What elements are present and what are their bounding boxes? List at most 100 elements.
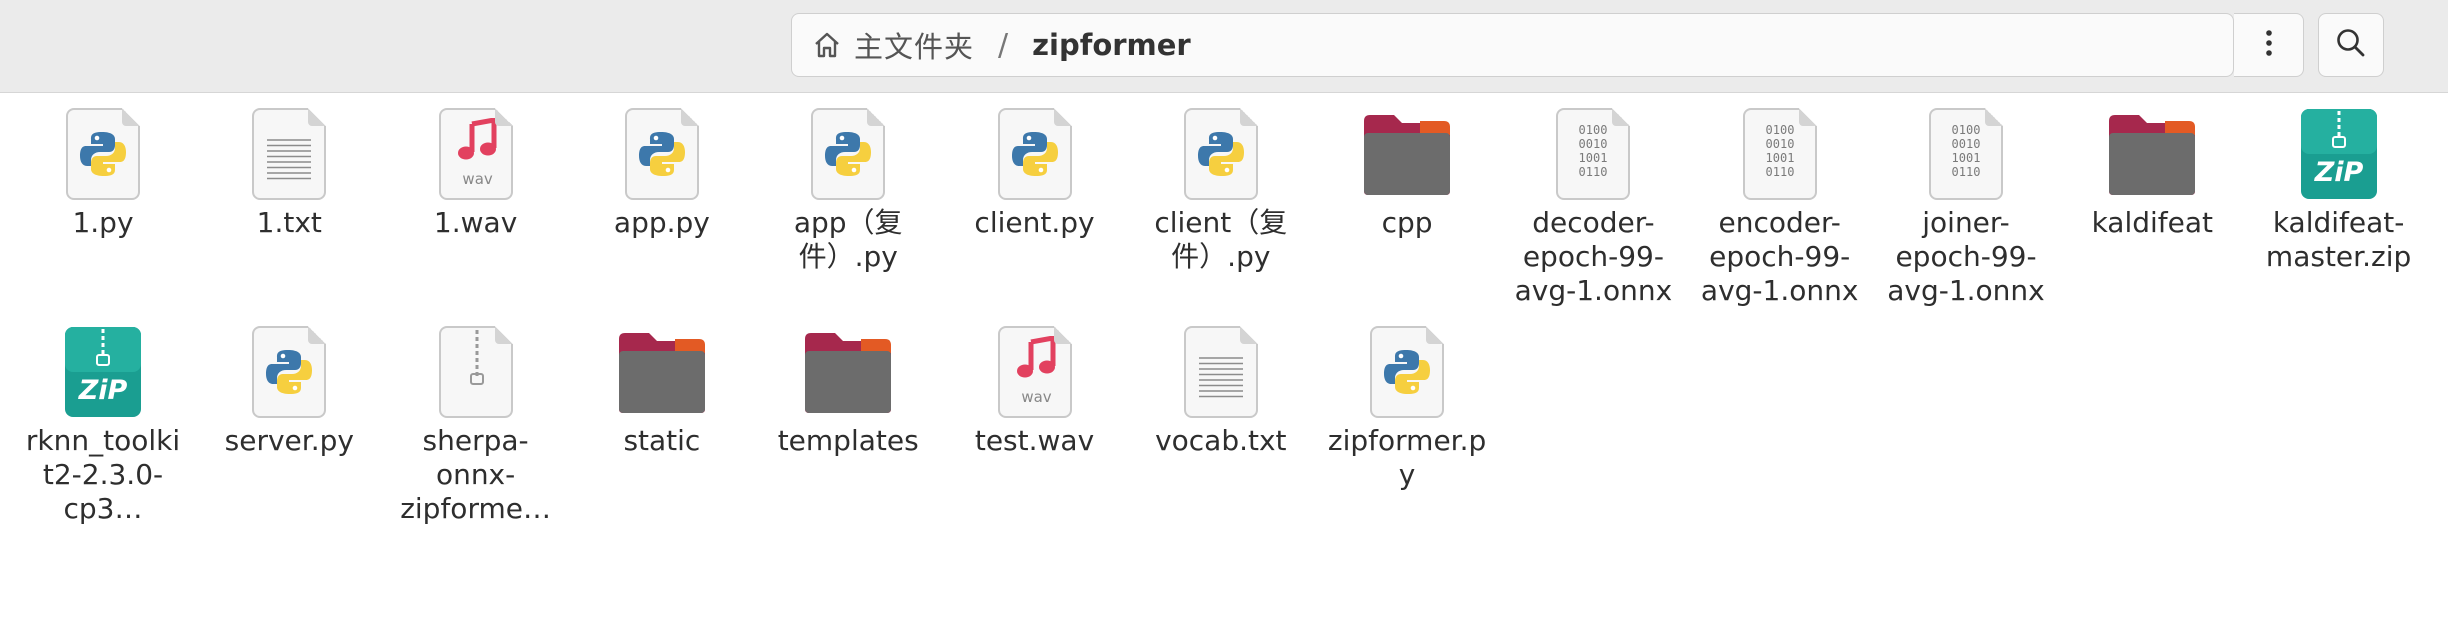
file-icon-wrap [985, 104, 1085, 204]
svg-text:ZiP: ZiP [78, 375, 128, 406]
file-item[interactable]: 0100 0010 1001 0110 decoder-epoch-99-avg-1.… [1503, 104, 1683, 308]
file-icon-wrap: 0100 0010 1001 0110 [1730, 104, 1830, 204]
file-name: app.py [613, 206, 710, 239]
svg-text:0110: 0110 [1952, 165, 1981, 179]
svg-text:1001: 1001 [1952, 151, 1981, 165]
zip-file-icon: ZiP [2300, 109, 2377, 199]
file-icon-wrap [1171, 104, 1271, 204]
file-icon-wrap [2102, 104, 2202, 204]
file-item[interactable]: ZiP kaldifeat-master.zip [2249, 104, 2429, 274]
svg-text:1001: 1001 [1579, 151, 1608, 165]
file-name: client.py [974, 206, 1095, 239]
file-name: 1.txt [256, 206, 322, 239]
file-icon-wrap: ZiP [2289, 104, 2389, 204]
file-item[interactable]: ZiP rknn_toolkit2-2.3.0-cp3… [13, 322, 193, 526]
file-item[interactable]: client（复件）.py [1131, 104, 1311, 274]
file-item[interactable]: wav 1.wav [386, 104, 566, 240]
file-item[interactable]: vocab.txt [1131, 322, 1311, 458]
file-item[interactable]: 0100 0010 1001 0110 joiner-epoch-99-avg-1.o… [1876, 104, 2056, 308]
file-name: rknn_toolkit2-2.3.0-cp3… [25, 424, 181, 525]
svg-text:0110: 0110 [1765, 165, 1794, 179]
more-options-button[interactable] [2234, 13, 2304, 77]
file-item[interactable]: app.py [572, 104, 752, 240]
breadcrumb-current[interactable]: zipformer [1032, 28, 1191, 62]
file-item[interactable]: cpp [1317, 104, 1497, 240]
file-name: decoder-epoch-99-avg-1.onnx [1514, 206, 1673, 307]
python-file-icon [811, 108, 886, 200]
svg-text:0010: 0010 [1952, 137, 1981, 151]
file-icon-wrap: wav [426, 104, 526, 204]
folder-icon [1364, 115, 1451, 195]
svg-text:ZiP: ZiP [2313, 157, 2363, 188]
file-name: 1.py [72, 206, 134, 239]
svg-text:0010: 0010 [1765, 137, 1794, 151]
file-name: kaldifeat [2091, 206, 2214, 239]
file-name: templates [777, 424, 919, 457]
vertical-dots-icon [2264, 29, 2274, 61]
file-item[interactable]: zipformer.py [1317, 322, 1497, 492]
file-item[interactable]: kaldifeat [2062, 104, 2242, 240]
file-name: zipformer.py [1327, 424, 1487, 491]
file-item[interactable]: wav test.wav [945, 322, 1125, 458]
audio-file-icon: wav [997, 326, 1072, 418]
path-bar[interactable]: 主文件夹 / zipformer [791, 13, 2234, 77]
svg-text:0110: 0110 [1579, 165, 1608, 179]
file-grid: 1.py 1.txt wav 1.wav app.py app（复件）.py c… [0, 94, 2448, 631]
file-name: joiner-epoch-99-avg-1.onnx [1887, 206, 2045, 307]
file-name: kaldifeat-master.zip [2265, 206, 2412, 273]
file-icon-wrap [53, 104, 153, 204]
file-icon-wrap: wav [985, 322, 1085, 422]
home-icon[interactable] [812, 28, 846, 62]
binary-file-icon: 0100 0010 1001 0110 [1556, 108, 1631, 200]
svg-text:0100: 0100 [1765, 123, 1794, 137]
file-icon-wrap [798, 104, 898, 204]
search-icon [2335, 27, 2367, 63]
folder-icon [618, 333, 705, 413]
python-file-icon [1183, 108, 1258, 200]
file-icon-wrap [239, 104, 339, 204]
file-icon-wrap [612, 322, 712, 422]
file-name: test.wav [974, 424, 1095, 457]
file-name: encoder-epoch-99-avg-1.onnx [1700, 206, 1859, 307]
file-item[interactable]: 0100 0010 1001 0110 encoder-epoch-99-avg-1.… [1690, 104, 1870, 308]
file-icon-wrap: 0100 0010 1001 0110 [1543, 104, 1643, 204]
file-item[interactable]: server.py [199, 322, 379, 458]
file-icon-wrap: 0100 0010 1001 0110 [1916, 104, 2016, 204]
file-icon-wrap [1357, 322, 1457, 422]
file-icon-wrap [426, 322, 526, 422]
breadcrumb-separator: / [998, 27, 1009, 63]
file-item[interactable]: 1.txt [199, 104, 379, 240]
svg-text:0100: 0100 [1952, 123, 1981, 137]
file-name: client（复件）.py [1154, 206, 1288, 273]
python-file-icon [997, 108, 1072, 200]
text-file-icon [1183, 326, 1258, 418]
file-item[interactable]: app（复件）.py [758, 104, 938, 274]
file-icon-wrap: ZiP [53, 322, 153, 422]
breadcrumb-parent[interactable]: 主文件夹 [854, 24, 974, 66]
archive-file-icon [438, 326, 513, 418]
text-file-icon [252, 108, 327, 200]
python-file-icon [624, 108, 699, 200]
zip-file-icon: ZiP [65, 327, 141, 417]
folder-icon [805, 333, 892, 413]
search-button[interactable] [2318, 13, 2384, 77]
file-icon-wrap [239, 322, 339, 422]
python-file-icon [66, 108, 140, 200]
file-icon-wrap [798, 322, 898, 422]
file-item[interactable]: templates [758, 322, 938, 458]
file-name: sherpa-onnx-zipforme… [400, 424, 551, 525]
binary-file-icon: 0100 0010 1001 0110 [1742, 108, 1817, 200]
header-bar: 主文件夹 / zipformer [0, 0, 2448, 93]
python-file-icon [1370, 326, 1445, 418]
file-item[interactable]: static [572, 322, 752, 458]
svg-text:0010: 0010 [1579, 137, 1608, 151]
python-file-icon [252, 326, 327, 418]
file-item[interactable]: 1.py [13, 104, 193, 240]
file-name: cpp [1381, 206, 1433, 239]
file-icon-wrap [612, 104, 712, 204]
file-item[interactable]: client.py [945, 104, 1125, 240]
svg-text:1001: 1001 [1765, 151, 1794, 165]
file-item[interactable]: sherpa-onnx-zipforme… [386, 322, 566, 526]
file-icon-wrap [1171, 322, 1271, 422]
file-name: server.py [224, 424, 354, 457]
